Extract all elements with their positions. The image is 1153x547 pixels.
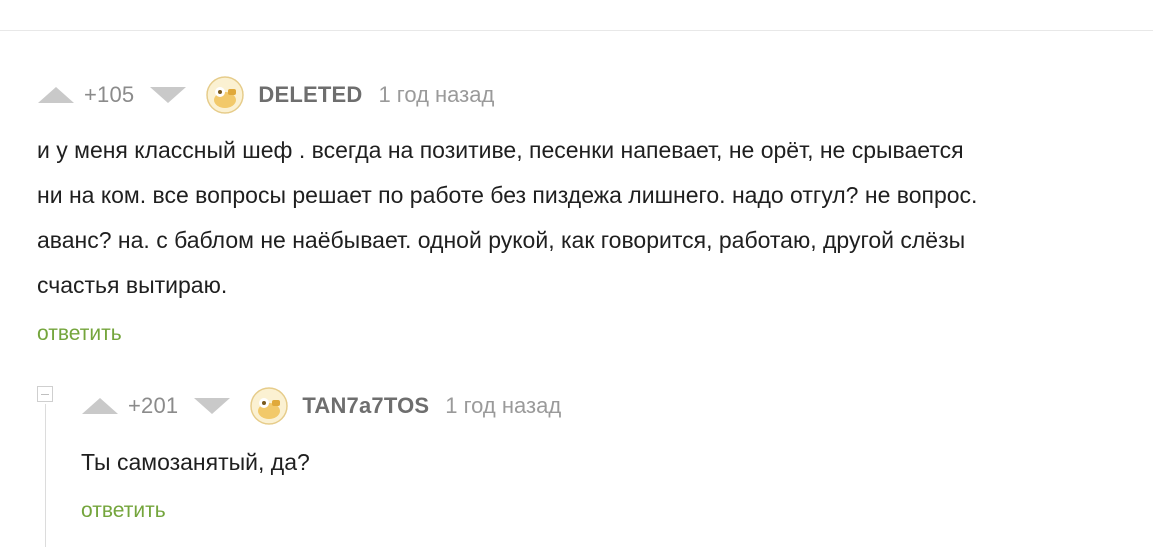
comment-header: +201 TAN7a7TOS 1 год назад [80,386,561,426]
comment-timestamp[interactable]: 1 год назад [378,82,494,108]
upvote-icon[interactable] [36,83,76,107]
default-avatar-icon[interactable] [250,387,289,425]
comment-username[interactable]: DELETED [258,82,362,108]
comment-header: +105 DELETED 1 год назад [36,75,494,115]
comment-text: и у меня классный шеф . всегда на позити… [37,128,977,308]
comment-text-line: аванс? на. с баблом не наёбывает. одной … [37,227,966,253]
downvote-icon[interactable] [192,394,232,418]
comment-text-line: счастья вытираю. [37,272,228,298]
comment-rating: +201 [128,393,179,418]
comment-text: Ты самозанятый, да? [81,440,310,485]
reply-button[interactable]: ответить [81,499,166,523]
thread-line[interactable] [45,404,46,547]
upvote-icon[interactable] [80,394,120,418]
comment-text-line: ни на ком. все вопросы решает по работе … [37,182,978,208]
downvote-icon[interactable] [148,83,188,107]
comment-text-line: Ты самозанятый, да? [81,449,310,475]
top-divider [0,30,1153,31]
comment-rating: +105 [84,82,135,107]
comment-username[interactable]: TAN7a7TOS [302,393,429,419]
comment-text-line: и у меня классный шеф . всегда на позити… [37,137,964,163]
collapse-icon[interactable] [37,386,53,402]
collapse-bar [41,393,49,395]
default-avatar-icon[interactable] [206,76,245,114]
comment-timestamp[interactable]: 1 год назад [445,393,561,419]
reply-button[interactable]: ответить [37,322,122,346]
